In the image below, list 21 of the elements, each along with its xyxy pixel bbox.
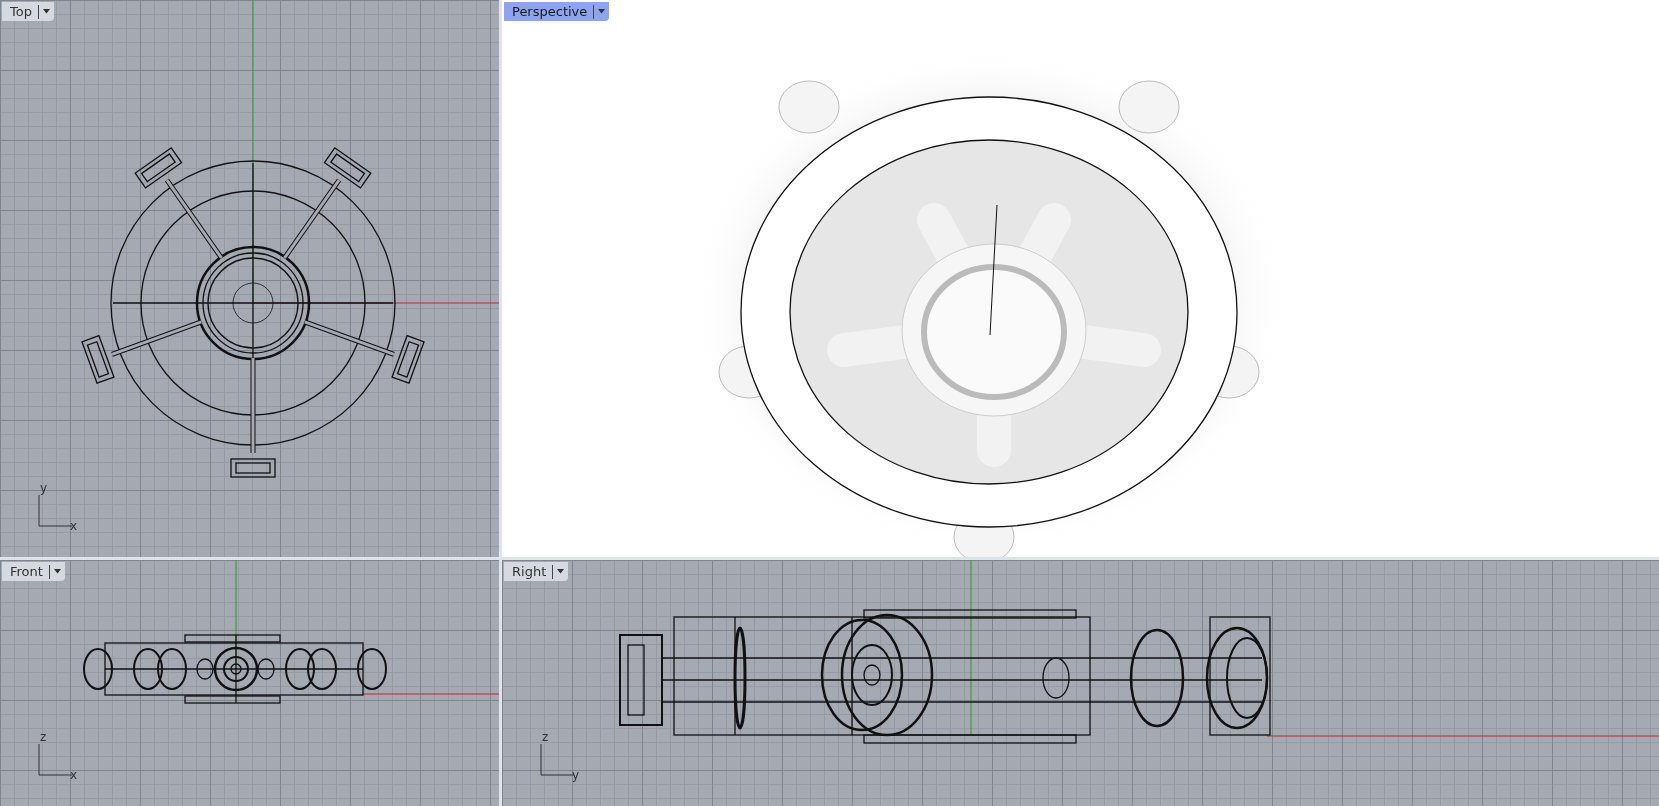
viewport-tab[interactable]: Perspective [504,2,610,21]
axis-label: x [70,519,78,533]
viewport-tab[interactable]: Top [2,2,54,21]
axis-icon [38,495,72,527]
caret-icon [53,569,61,574]
caret-icon [42,9,50,14]
viewport-tab[interactable]: Front [2,562,65,581]
axis-label: x [70,768,78,782]
axis-icon [38,744,72,776]
axis-label: z [40,730,47,744]
viewport[interactable]: Front z x [0,560,499,806]
viewport[interactable]: Perspective [502,0,1659,557]
caret-icon [557,569,565,574]
axis-icon [540,744,574,776]
caret-icon [598,9,606,14]
axis-label: y [40,481,48,495]
axis-label: z [542,730,549,744]
viewport-tab[interactable]: Right [504,562,569,581]
viewport[interactable]: Top y x [0,0,499,557]
axis-label: y [572,768,580,782]
viewport[interactable]: Right z y [502,560,1659,806]
